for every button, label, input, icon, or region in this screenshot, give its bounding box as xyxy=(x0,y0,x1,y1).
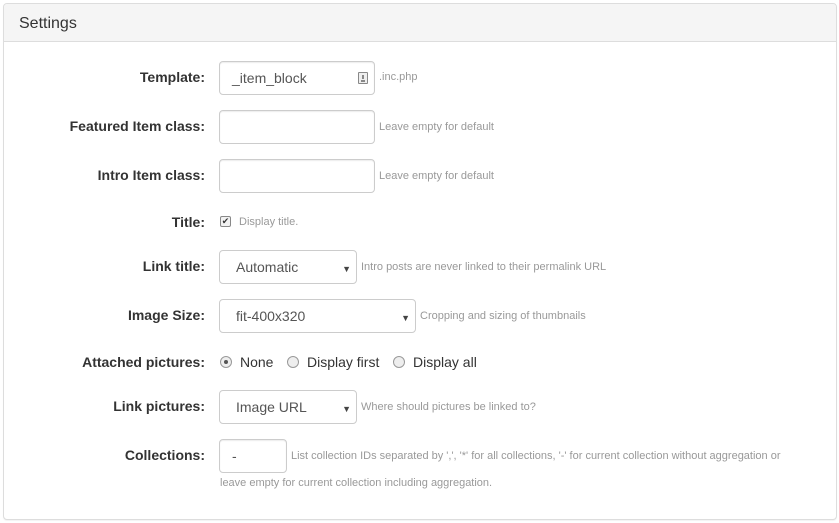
radio-display-first-button[interactable] xyxy=(287,356,299,368)
radio-display-all-label: Display all xyxy=(413,354,477,370)
template-label: Template: xyxy=(139,69,205,85)
radio-display-first[interactable]: Display first xyxy=(287,354,379,370)
chevron-down-icon: ▼ xyxy=(342,404,351,414)
template-value: _item_block xyxy=(232,70,307,86)
chevron-down-icon: ▼ xyxy=(342,264,351,274)
featured-item-class-label: Featured Item class: xyxy=(69,118,205,134)
link-title-selected: Automatic xyxy=(236,259,299,275)
link-pictures-selected: Image URL xyxy=(236,399,307,415)
collections-input[interactable]: - xyxy=(219,439,287,473)
radio-none[interactable]: None xyxy=(220,354,273,370)
collections-label: Collections: xyxy=(124,447,205,463)
link-pictures-label: Link pictures: xyxy=(113,398,205,414)
template-picker-icon[interactable] xyxy=(358,72,368,84)
link-pictures-select[interactable]: Image URL ▼ xyxy=(219,390,357,424)
panel-title: Settings xyxy=(19,15,77,32)
radio-display-first-label: Display first xyxy=(307,354,380,370)
image-size-select[interactable]: fit-400x320 ▼ xyxy=(219,299,416,333)
intro-item-class-input[interactable] xyxy=(219,159,375,193)
radio-none-button[interactable] xyxy=(220,356,232,368)
link-title-label: Link title: xyxy=(142,258,205,274)
panel-heading: Settings xyxy=(4,4,836,42)
image-size-label: Image Size: xyxy=(127,307,205,323)
image-size-selected: fit-400x320 xyxy=(236,308,306,324)
title-note: Display title. xyxy=(239,216,299,228)
link-title-note: Intro posts are never linked to their pe… xyxy=(361,261,607,273)
collections-note-line2: leave empty for current collection inclu… xyxy=(220,477,493,489)
image-size-note: Cropping and sizing of thumbnails xyxy=(420,310,586,322)
title-label: Title: xyxy=(171,214,205,230)
radio-display-all[interactable]: Display all xyxy=(393,354,477,370)
collections-note-line1: List collection IDs separated by ',', '*… xyxy=(291,450,781,462)
template-input[interactable]: _item_block xyxy=(219,61,375,95)
featured-item-class-input[interactable] xyxy=(219,110,375,144)
settings-panel: Settings Template: _item_block .inc.php … xyxy=(3,3,837,520)
display-title-checkbox[interactable]: ✔ xyxy=(220,216,231,227)
radio-display-all-button[interactable] xyxy=(393,356,405,368)
link-title-select[interactable]: Automatic ▼ xyxy=(219,250,357,284)
collections-value: - xyxy=(232,448,237,464)
featured-item-class-note: Leave empty for default xyxy=(379,121,494,133)
chevron-down-icon: ▼ xyxy=(401,313,410,323)
attached-pictures-label: Attached pictures: xyxy=(82,354,205,370)
link-pictures-note: Where should pictures be linked to? xyxy=(361,401,536,413)
intro-item-class-label: Intro Item class: xyxy=(97,167,205,183)
radio-none-label: None xyxy=(240,354,274,370)
template-suffix: .inc.php xyxy=(379,71,418,83)
intro-item-class-note: Leave empty for default xyxy=(379,170,494,182)
